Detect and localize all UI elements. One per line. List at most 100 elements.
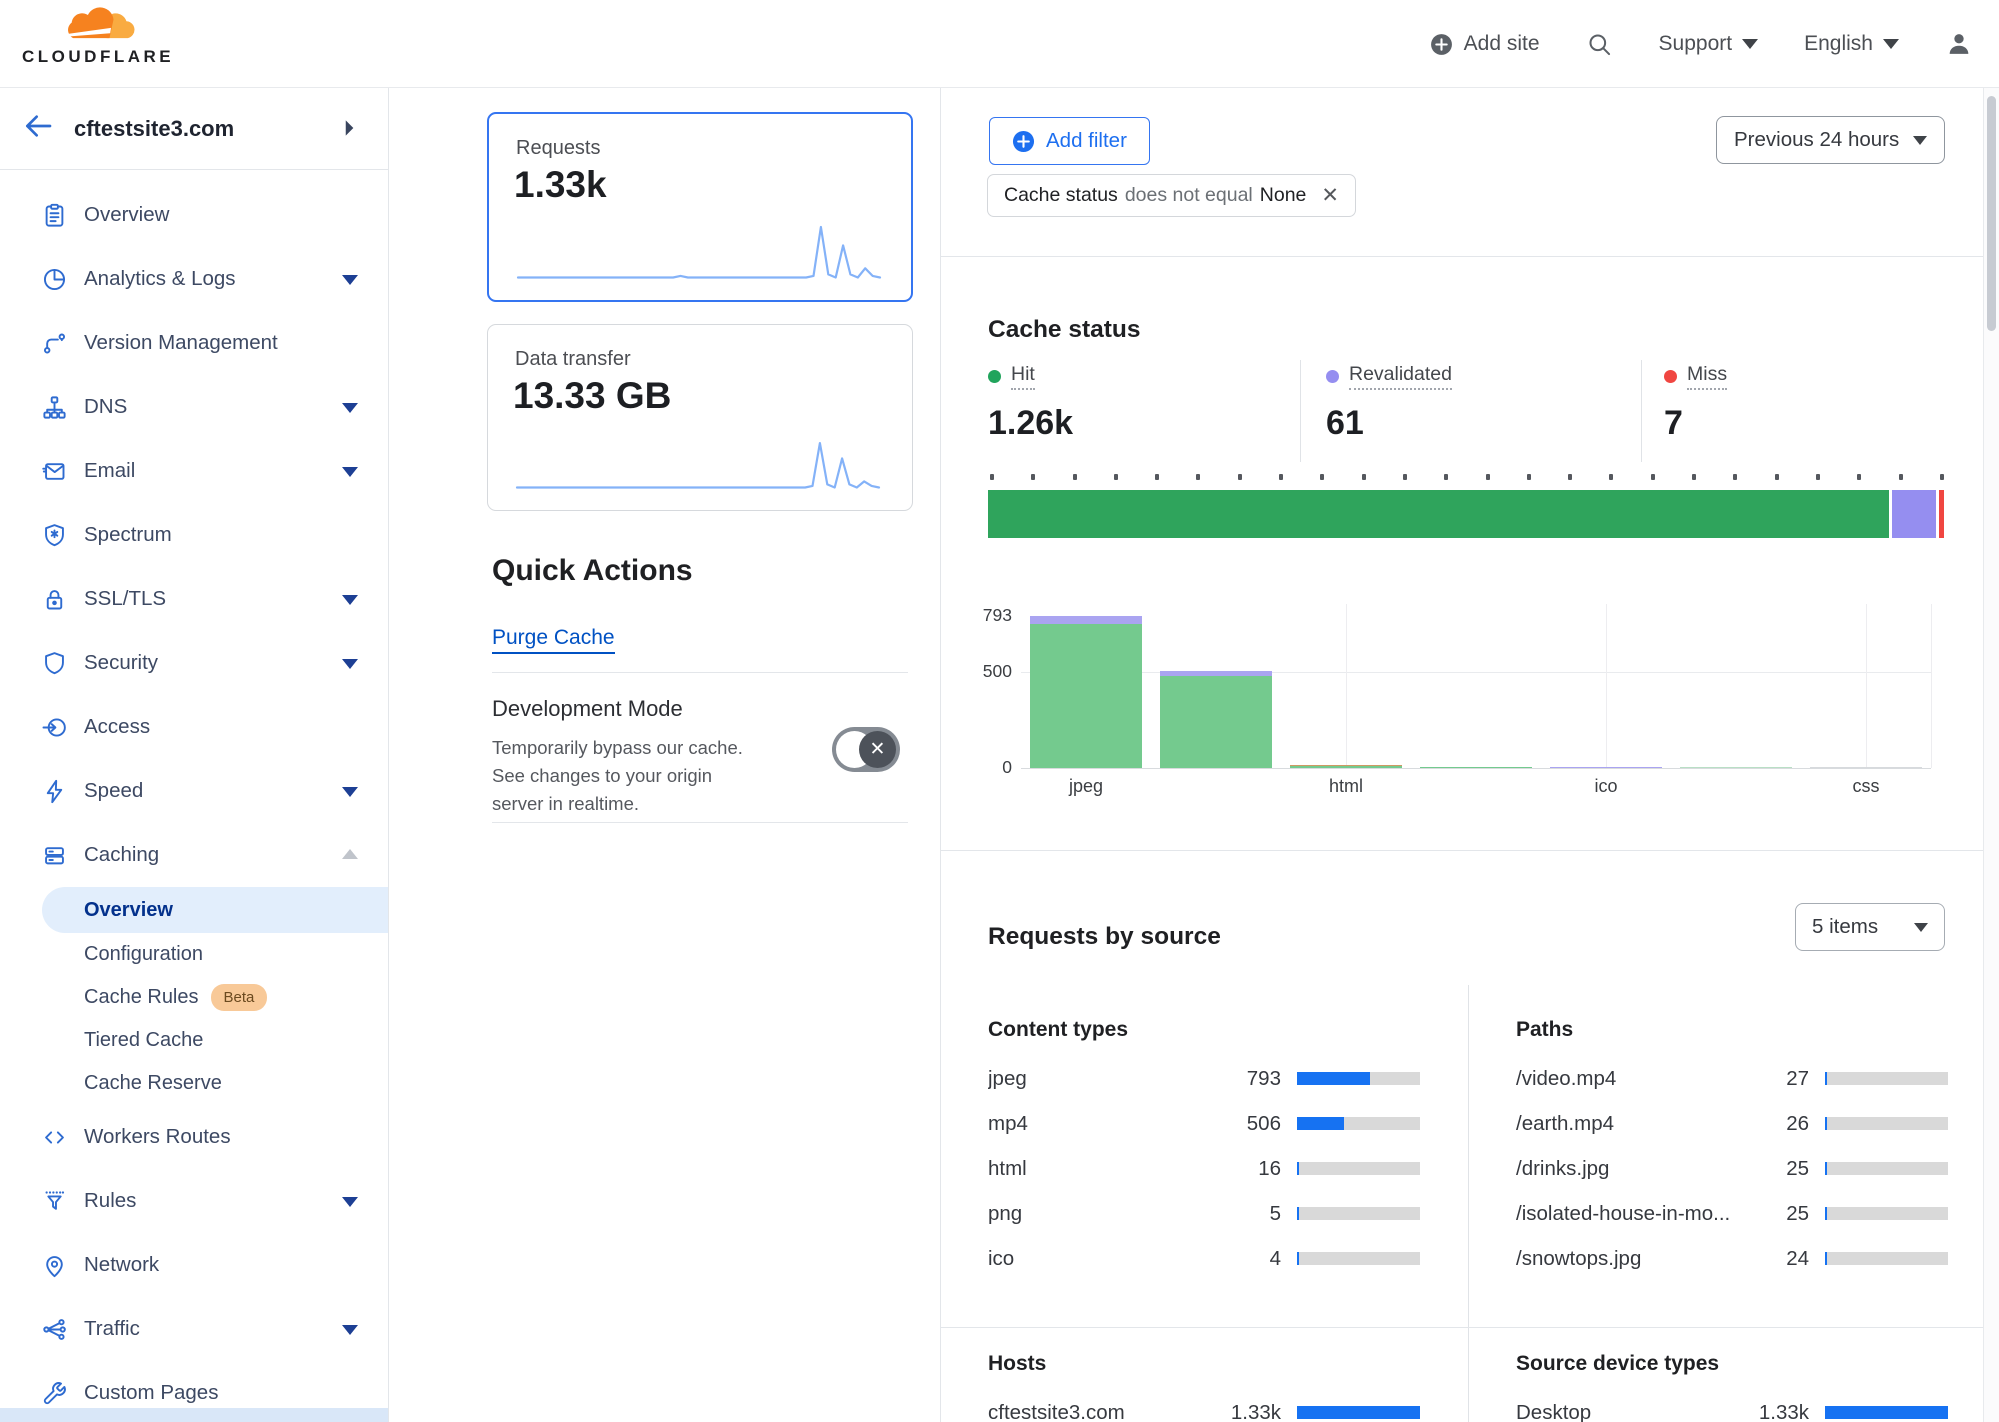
sidebar-item-dns[interactable]: DNS — [0, 375, 388, 439]
sidebar-item-access[interactable]: Access — [0, 695, 388, 759]
sidebar-item-label: Rules — [84, 1189, 136, 1213]
data-transfer-summary-card[interactable]: Data transfer 13.33 GB — [487, 324, 913, 511]
card-value: 13.33 GB — [513, 375, 671, 417]
sidebar-item-network[interactable]: Network — [0, 1233, 388, 1297]
sidebar-bottom-strip — [0, 1408, 388, 1422]
scrollbar-thumb[interactable] — [1987, 96, 1996, 331]
gridline — [1606, 604, 1607, 768]
pie-chart-icon — [40, 265, 68, 293]
meter-bar — [1825, 1072, 1948, 1085]
revalidated-value: 61 — [1326, 404, 1452, 443]
histogram-bar — [1030, 616, 1142, 624]
sidebar-subitem-configuration[interactable]: Configuration — [0, 933, 388, 976]
meter-bar — [1297, 1162, 1420, 1175]
cache-status-heading: Cache status — [988, 316, 1141, 344]
revalidated-label[interactable]: Revalidated — [1349, 363, 1452, 390]
purge-cache-link[interactable]: Purge Cache — [492, 626, 615, 654]
search-icon — [1586, 31, 1613, 58]
sidebar-item-version-management[interactable]: Version Management — [0, 311, 388, 375]
hit-value: 1.26k — [988, 404, 1073, 443]
list-item: /drinks.jpg25 — [1516, 1146, 1948, 1191]
scrollbar-track — [1983, 88, 1999, 1422]
site-switcher-button[interactable] — [336, 115, 362, 146]
summary-column: Requests 1.33k Data transfer 13.33 GB Qu… — [389, 88, 941, 1422]
search-button[interactable] — [1586, 31, 1613, 58]
funnel-icon — [40, 1187, 68, 1215]
device-types-list: Desktop1.33k — [1516, 1390, 1948, 1422]
hit-stat: Hit 1.26k — [988, 363, 1073, 443]
card-value: 1.33k — [514, 164, 607, 206]
sidebar-item-label: DNS — [84, 395, 127, 419]
item-label: /drinks.jpg — [1516, 1157, 1739, 1181]
time-range-dropdown[interactable]: Previous 24 hours — [1716, 116, 1945, 164]
back-arrow-button[interactable] — [22, 110, 54, 147]
sidebar-item-spectrum[interactable]: Spectrum — [0, 503, 388, 567]
toggle-off-x-icon: ✕ — [859, 731, 896, 768]
cache-status-filter-chip[interactable]: Cache status does not equal None ✕ — [987, 174, 1356, 217]
items-count-dropdown[interactable]: 5 items — [1795, 903, 1945, 951]
sidebar-item-ssl-tls[interactable]: SSL/TLS — [0, 567, 388, 631]
list-item: /isolated-house-in-mo...25 — [1516, 1191, 1948, 1236]
sidebar-item-traffic[interactable]: Traffic — [0, 1297, 388, 1361]
hosts-heading: Hosts — [988, 1352, 1420, 1376]
sidebar-item-overview[interactable]: Overview — [0, 183, 388, 247]
histogram-bar — [1030, 624, 1142, 768]
sidebar-nav: OverviewAnalytics & LogsVersion Manageme… — [0, 170, 388, 1422]
chevron-down-icon — [1913, 136, 1927, 145]
sidebar-item-caching[interactable]: Caching — [0, 823, 388, 887]
cloudflare-logo: CLOUDFLARE — [22, 6, 172, 67]
histogram-bar — [1290, 766, 1402, 768]
list-item: png5 — [988, 1191, 1420, 1236]
sidebar-item-workers-routes[interactable]: Workers Routes — [0, 1105, 388, 1169]
support-menu[interactable]: Support — [1659, 32, 1759, 56]
list-item: ico4 — [988, 1236, 1420, 1281]
remove-filter-icon[interactable]: ✕ — [1321, 183, 1339, 208]
sidebar-item-email[interactable]: Email — [0, 439, 388, 503]
add-filter-button[interactable]: Add filter — [989, 117, 1150, 165]
sidebar-subitem-cache-reserve[interactable]: Cache Reserve — [0, 1062, 388, 1105]
requests-summary-card[interactable]: Requests 1.33k — [487, 112, 913, 302]
divider — [492, 822, 908, 823]
chevron-down-icon — [1883, 39, 1899, 49]
language-menu[interactable]: English — [1804, 32, 1899, 56]
divider — [941, 1327, 1983, 1328]
content-types-section: Content types jpeg793mp4506html16png5ico… — [988, 1018, 1420, 1281]
divider — [941, 256, 1983, 257]
sidebar-item-label: Custom Pages — [84, 1381, 218, 1405]
item-label: /video.mp4 — [1516, 1067, 1739, 1091]
sidebar-item-label: Access — [84, 715, 150, 739]
sidebar-item-analytics-logs[interactable]: Analytics & Logs — [0, 247, 388, 311]
sidebar-item-rules[interactable]: Rules — [0, 1169, 388, 1233]
analytics-panel: Add filter Previous 24 hours Cache statu… — [941, 88, 1983, 1422]
quick-actions-heading: Quick Actions — [492, 554, 693, 588]
development-mode-toggle[interactable]: ✕ — [832, 727, 900, 772]
meter-bar — [1297, 1072, 1420, 1085]
gridline — [1931, 604, 1932, 768]
add-site-button[interactable]: Add site — [1429, 32, 1540, 57]
divider — [1641, 360, 1642, 462]
x-axis-label: jpeg — [1021, 776, 1151, 797]
sidebar-item-security[interactable]: Security — [0, 631, 388, 695]
miss-value: 7 — [1664, 404, 1727, 443]
chevron-down-icon — [342, 275, 358, 285]
hit-label[interactable]: Hit — [1011, 363, 1035, 390]
item-value: 25 — [1739, 1202, 1809, 1226]
development-mode-title: Development Mode — [492, 696, 683, 722]
sidebar-subitem-tiered-cache[interactable]: Tiered Cache — [0, 1019, 388, 1062]
miss-label[interactable]: Miss — [1687, 363, 1727, 390]
item-label: ico — [988, 1247, 1211, 1271]
shield-spark-icon — [40, 521, 68, 549]
meter-bar — [1825, 1207, 1948, 1220]
meter-bar — [1297, 1207, 1420, 1220]
chevron-up-icon — [342, 849, 358, 859]
account-menu[interactable] — [1945, 30, 1973, 58]
sidebar-subitem-cache-rules[interactable]: Cache RulesBeta — [0, 976, 388, 1019]
list-item: mp4506 — [988, 1101, 1420, 1146]
cache-status-distribution-bar — [988, 490, 1944, 538]
data-transfer-sparkline — [514, 432, 884, 494]
sidebar-subitem-overview[interactable]: Overview — [42, 887, 388, 933]
sidebar-item-speed[interactable]: Speed — [0, 759, 388, 823]
chevron-down-icon — [342, 1197, 358, 1207]
distribution-segment-miss — [1939, 490, 1944, 538]
hosts-section: Hosts cftestsite3.com1.33k — [988, 1352, 1420, 1422]
